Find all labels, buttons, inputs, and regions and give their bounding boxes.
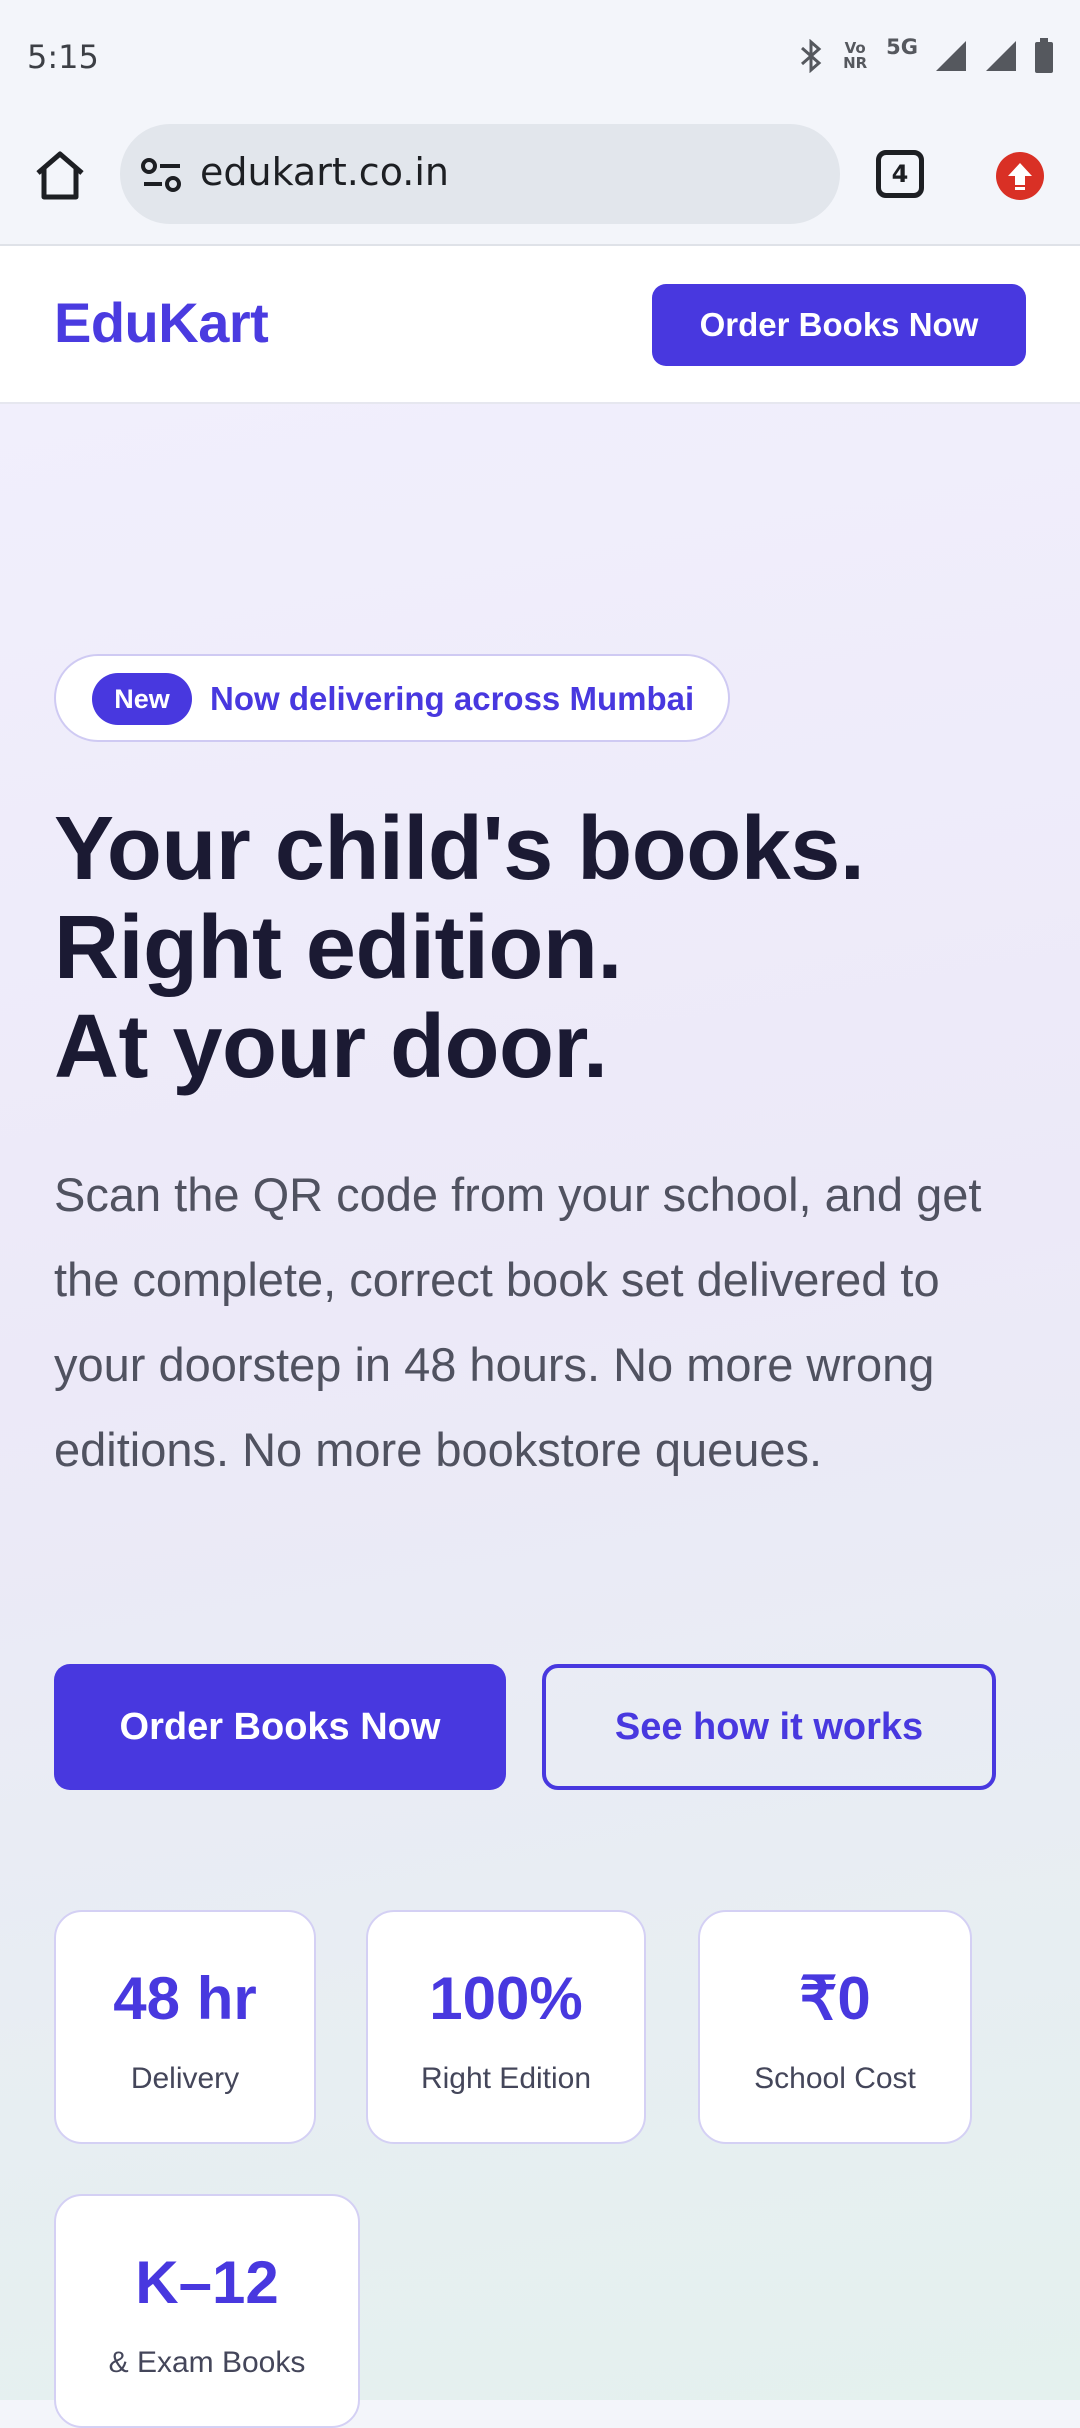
new-badge: New — [92, 673, 192, 725]
bluetooth-icon — [801, 39, 822, 73]
headline-line: Right edition. — [54, 898, 622, 998]
tab-switcher-button[interactable]: 4 — [876, 150, 924, 198]
signal-icon-sim1 — [936, 41, 966, 71]
order-books-button[interactable]: Order Books Now — [54, 1664, 506, 1790]
site-settings-icon[interactable] — [140, 158, 184, 192]
address-bar[interactable]: edukart.co.in — [120, 124, 840, 224]
stat-card-right-edition: 100% Right Edition — [366, 1910, 646, 2144]
hero-description: Scan the QR code from your school, and g… — [54, 1168, 982, 1476]
update-icon[interactable] — [996, 152, 1044, 200]
announcement-text: Now delivering across Mumbai — [210, 680, 695, 717]
stat-label: Right Edition — [420, 2062, 592, 2095]
stat-label: School Cost — [754, 2062, 916, 2095]
stat-label: & Exam Books — [108, 2346, 306, 2379]
see-how-it-works-button[interactable]: See how it works — [542, 1664, 996, 1790]
battery-icon — [1035, 38, 1053, 73]
header-order-button[interactable]: Order Books Now — [652, 284, 1026, 366]
headline-line: Your child's books. — [54, 799, 865, 899]
hero-headline: Your child's books. Right edition. At yo… — [54, 800, 1054, 1097]
browser-toolbar: edukart.co.in 4 — [0, 120, 1080, 246]
stat-card-delivery: 48 hr Delivery — [54, 1910, 316, 2144]
home-icon[interactable] — [32, 147, 88, 203]
network-type-label: 5G — [886, 35, 918, 59]
stat-value: K–12 — [135, 2249, 279, 2316]
url-text: edukart.co.in — [200, 150, 450, 194]
stat-value: 100% — [429, 1965, 583, 2032]
status-icons: Vo NR 5G — [798, 35, 1054, 74]
status-time: 5:15 — [27, 38, 99, 76]
stat-value: ₹0 — [799, 1965, 871, 2032]
volte-icon: Vo NR — [843, 39, 868, 72]
hero-section: New Now delivering across Mumbai Your ch… — [0, 404, 1080, 2428]
site-header: EduKart Order Books Now — [0, 246, 1080, 404]
stat-value: 48 hr — [113, 1965, 257, 2032]
status-bar: 5:15 Vo NR 5G — [0, 0, 1080, 120]
announcement-pill: New Now delivering across Mumbai — [54, 654, 730, 742]
headline-line: At your door. — [54, 997, 608, 1097]
stat-card-school-cost: ₹0 School Cost — [698, 1910, 972, 2144]
stat-label: Delivery — [130, 2062, 240, 2095]
site-logo[interactable]: EduKart — [54, 290, 269, 355]
stat-card-exam-books: K–12 & Exam Books — [54, 2194, 360, 2428]
signal-icon-sim2 — [986, 41, 1016, 71]
